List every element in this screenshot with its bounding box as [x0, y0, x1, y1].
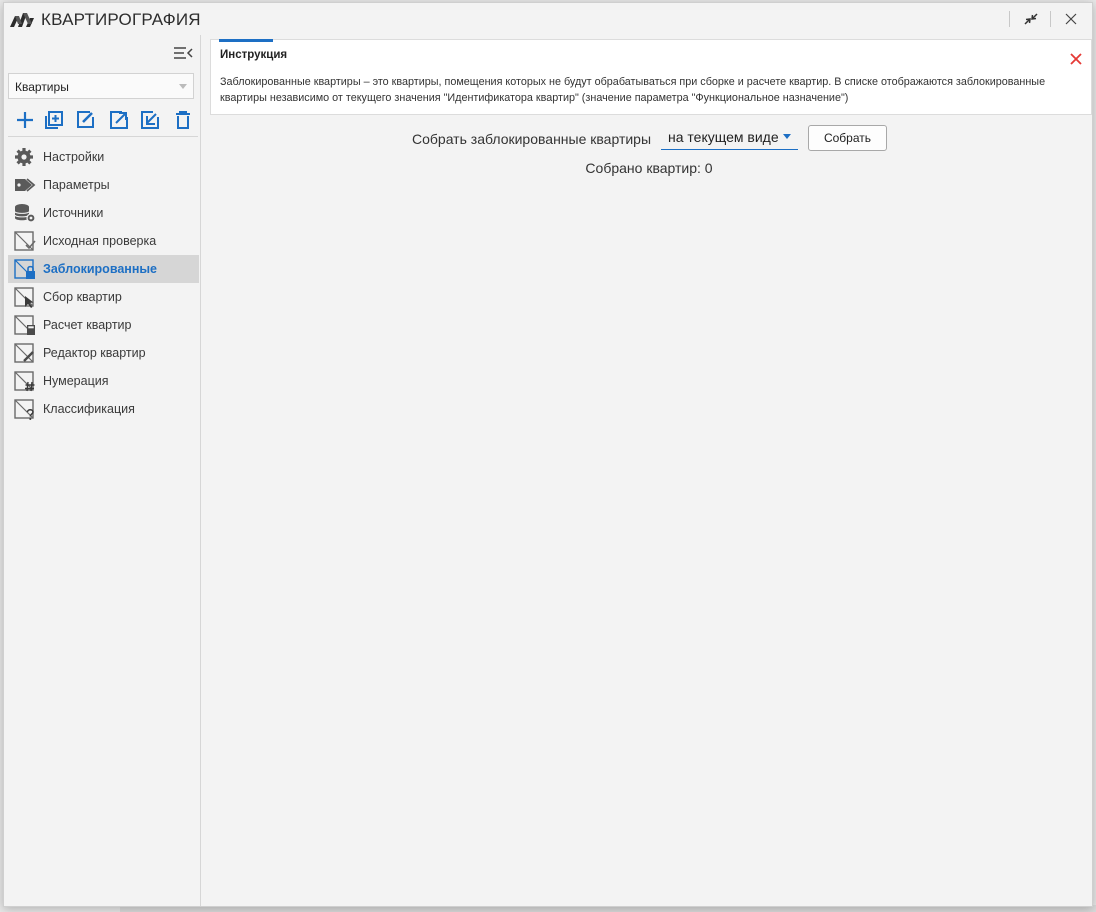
- instruction-accent: [219, 39, 273, 42]
- sidebar-item-label: Заблокированные: [43, 262, 158, 276]
- close-icon: [1065, 13, 1077, 25]
- app-logo-icon: [10, 13, 34, 27]
- sidebar-item-numbering[interactable]: Нумерация: [8, 367, 199, 395]
- collect-button[interactable]: Собрать: [808, 125, 887, 151]
- room-calc-icon: [14, 315, 35, 335]
- sidebar-item-label: Сбор квартир: [43, 290, 122, 304]
- import-icon[interactable]: [139, 109, 161, 131]
- scope-dropdown[interactable]: на текущем виде: [661, 126, 798, 150]
- sidebar-divider: [8, 136, 198, 137]
- titlebar-separator: [1050, 11, 1051, 27]
- collect-label: Собрать заблокированные квартиры: [412, 131, 652, 147]
- apartment-type-select[interactable]: Квартиры: [8, 73, 194, 99]
- sidebar-item-classification[interactable]: Классификация: [8, 395, 199, 423]
- sidebar-item-label: Источники: [43, 206, 104, 220]
- add-copy-icon[interactable]: [43, 109, 65, 131]
- sidebar-item-label: Редактор квартир: [43, 346, 146, 360]
- chevron-down-icon: [179, 84, 187, 89]
- app-title: КВАРТИРОГРАФИЯ: [41, 10, 201, 29]
- database-icon: [14, 204, 36, 223]
- apartment-type-value: Квартиры: [15, 80, 69, 94]
- sidebar-item-label: Нумерация: [43, 374, 109, 388]
- room-lock-icon: [14, 259, 35, 279]
- room-collect-icon: [14, 287, 34, 308]
- sidebar-item-blocked[interactable]: Заблокированные: [8, 255, 199, 283]
- instruction-text: Заблокированные квартиры – это квартиры,…: [220, 76, 1046, 104]
- restore-button[interactable]: [1016, 7, 1046, 31]
- sidebar-item-label: Расчет квартир: [43, 318, 132, 332]
- sidebar-nav: Настройки Параметры Источники Исходная п…: [8, 143, 200, 423]
- collapse-arrows-icon: [1024, 13, 1038, 25]
- collapse-sidebar-icon[interactable]: [172, 44, 194, 62]
- sidebar-item-label: Исходная проверка: [43, 234, 157, 248]
- sidebar-item-calculation[interactable]: Расчет квартир: [8, 311, 199, 339]
- close-icon[interactable]: [1069, 52, 1083, 66]
- room-check-icon: [14, 231, 36, 251]
- app-window: КВАРТИРОГРАФИЯ Квартиры Настройки Параме…: [3, 2, 1093, 907]
- collect-row: Собрать заблокированные квартиры на теку…: [412, 125, 892, 153]
- sidebar-item-sources[interactable]: Источники: [8, 199, 199, 227]
- chevron-down-icon: [783, 134, 791, 139]
- titlebar-separator: [1009, 11, 1010, 27]
- collected-count: Собрано квартир: 0: [585, 160, 713, 176]
- room-edit-icon: [14, 343, 34, 363]
- edit-icon[interactable]: [74, 109, 96, 131]
- title-bar: КВАРТИРОГРАФИЯ: [4, 3, 1092, 35]
- tag-icon: [15, 178, 36, 192]
- sidebar-item-collect[interactable]: Сбор квартир: [8, 283, 199, 311]
- export-icon[interactable]: [108, 109, 130, 131]
- sidebar-item-label: Параметры: [43, 178, 110, 192]
- sidebar-item-editor[interactable]: Редактор квартир: [8, 339, 199, 367]
- instruction-title: Инструкция: [220, 49, 288, 61]
- sidebar-item-initial-check[interactable]: Исходная проверка: [8, 227, 199, 255]
- instruction-panel: Инструкция Заблокированные квартиры – эт…: [210, 39, 1092, 115]
- room-number-icon: [14, 371, 35, 392]
- delete-icon[interactable]: [172, 109, 194, 131]
- close-window-button[interactable]: [1056, 7, 1086, 31]
- sidebar-item-label: Классификация: [43, 402, 135, 416]
- room-classify-icon: [14, 399, 34, 420]
- scope-dropdown-value: на текущем виде: [668, 129, 779, 145]
- add-icon[interactable]: [14, 109, 36, 131]
- sidebar-toolbar: [8, 109, 198, 133]
